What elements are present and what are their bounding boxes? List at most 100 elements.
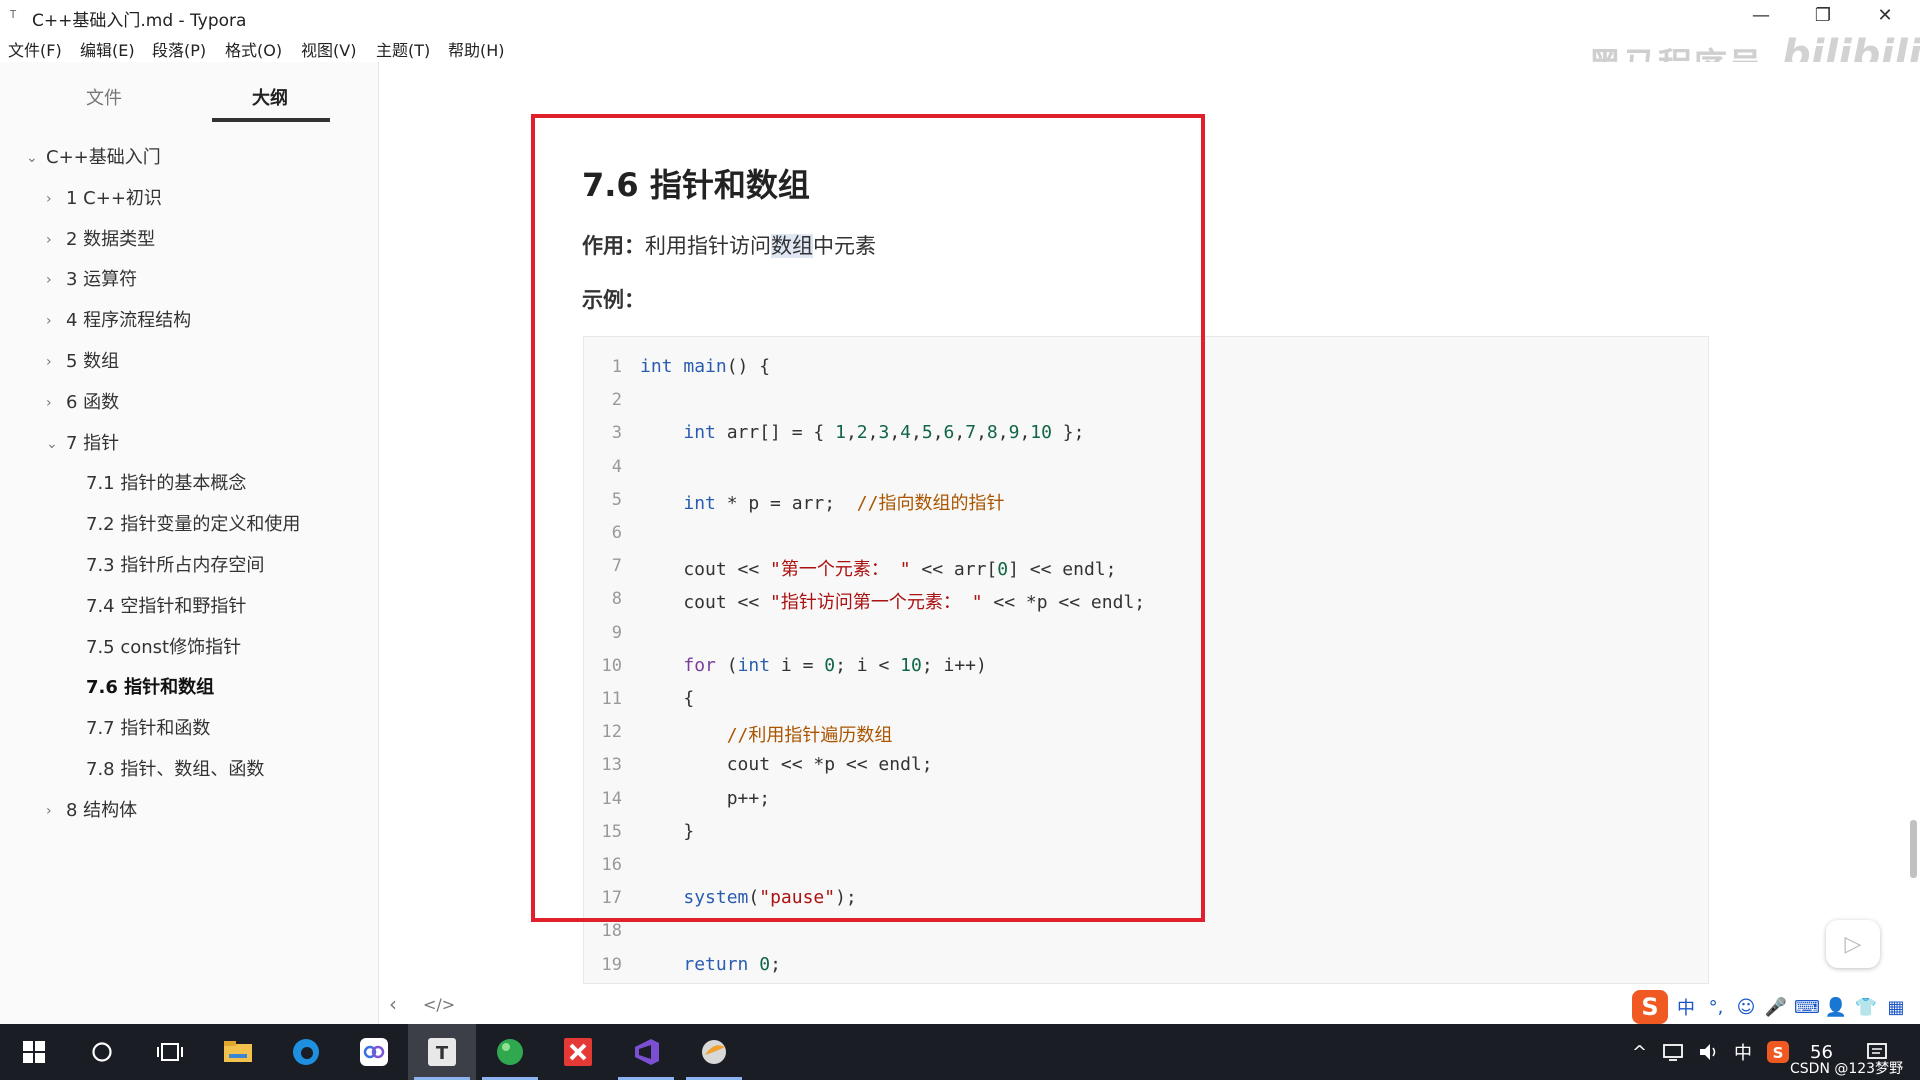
chevron-right-icon[interactable]: › bbox=[46, 187, 52, 211]
outline-item[interactable]: 7.6 指针和数组 bbox=[86, 676, 214, 700]
section-heading: 7.6 指针和数组 bbox=[582, 166, 810, 204]
line-number: 6 bbox=[611, 523, 622, 543]
example-label: 示例： bbox=[582, 288, 645, 312]
menu-theme[interactable]: 主题(T) bbox=[376, 37, 430, 61]
ime-skin-icon[interactable]: 👕 bbox=[1854, 997, 1878, 1018]
play-icon[interactable]: ▷ bbox=[1826, 920, 1880, 968]
line-number: 14 bbox=[601, 788, 622, 809]
chevron-down-icon[interactable]: ⌄ bbox=[46, 432, 58, 456]
ime-keyboard-icon[interactable]: ⌨ bbox=[1794, 997, 1820, 1018]
outline-item[interactable]: › 6 函数 bbox=[46, 391, 120, 415]
outline-item[interactable]: › 4 程序流程结构 bbox=[46, 309, 191, 333]
toggle-sidebar-button[interactable]: ‹ bbox=[389, 992, 397, 1016]
line-number: 7 bbox=[611, 556, 622, 577]
chevron-right-icon[interactable]: › bbox=[46, 391, 52, 415]
xmind-icon[interactable] bbox=[544, 1024, 612, 1080]
sogou-logo-icon[interactable]: S bbox=[1632, 990, 1668, 1024]
ime-microphone-icon[interactable]: 🎤 bbox=[1764, 997, 1788, 1018]
outline-item-label: 5 数组 bbox=[66, 351, 120, 372]
menu-edit[interactable]: 编辑(E) bbox=[80, 37, 135, 61]
outline-item[interactable]: 7.8 指针、数组、函数 bbox=[86, 758, 264, 782]
outline-item[interactable]: 7.1 指针的基本概念 bbox=[86, 472, 246, 496]
outline-item-label: 8 结构体 bbox=[66, 799, 138, 821]
outline-item[interactable]: 7.2 指针变量的定义和使用 bbox=[86, 513, 300, 537]
sidebar: 文件 大纲 ⌄ C++基础入门 › 1 C++初识 › 2 数据类型 › 3 运算符 › 4 程序… bbox=[0, 62, 379, 1024]
chevron-right-icon[interactable]: › bbox=[46, 350, 52, 374]
visual-studio-icon[interactable] bbox=[612, 1024, 680, 1080]
active-tab-indicator bbox=[212, 118, 330, 122]
outline-item-label: 6 函数 bbox=[66, 391, 120, 413]
code-line: system("pause"); bbox=[683, 887, 857, 909]
code-line: cout << *p << endl; bbox=[640, 754, 933, 776]
ime-chinese-icon[interactable]: 中 bbox=[1674, 994, 1698, 1020]
outline-item[interactable]: 7.3 指针所占内存空间 bbox=[86, 554, 264, 578]
chevron-right-icon[interactable]: › bbox=[46, 268, 52, 292]
line-number: 18 bbox=[601, 921, 622, 942]
chevron-right-icon[interactable]: › bbox=[46, 309, 52, 333]
outline-item[interactable]: › 5 数组 bbox=[46, 350, 120, 374]
app-icon[interactable] bbox=[340, 1024, 408, 1080]
ime-toolbox-icon[interactable]: ▦ bbox=[1884, 997, 1908, 1018]
menu-format[interactable]: 格式(O) bbox=[225, 37, 282, 61]
sogou-tray-icon[interactable]: S bbox=[1766, 1024, 1790, 1080]
source-mode-button[interactable]: </> bbox=[423, 995, 455, 1014]
tray-overflow-icon[interactable]: ^ bbox=[1632, 1024, 1647, 1080]
chevron-down-icon[interactable]: ⌄ bbox=[26, 146, 38, 170]
input-language-indicator[interactable]: 中 bbox=[1734, 1024, 1752, 1080]
outline-item[interactable]: 7.4 空指针和野指针 bbox=[86, 595, 246, 619]
line-number: 11 bbox=[601, 689, 622, 709]
typora-icon[interactable]: T bbox=[408, 1024, 476, 1080]
outline-item[interactable]: ⌄ 7 指针 bbox=[46, 432, 119, 456]
outline-item-label: 7.4 空指针和野指针 bbox=[86, 595, 247, 617]
green-ball-icon[interactable] bbox=[476, 1024, 544, 1080]
line-number: 10 bbox=[601, 655, 622, 676]
outline-item-label: 7.5 const修饰指针 bbox=[86, 636, 242, 658]
network-icon[interactable] bbox=[1662, 1024, 1684, 1080]
ime-user-icon[interactable]: 👤 bbox=[1824, 997, 1848, 1018]
task-view-icon[interactable] bbox=[136, 1024, 204, 1080]
outline-item[interactable]: › 3 运算符 bbox=[46, 268, 137, 292]
bird-icon[interactable] bbox=[680, 1024, 748, 1080]
outline-item[interactable]: ⌄ C++基础入门 bbox=[26, 146, 161, 170]
outline-item[interactable]: › 8 结构体 bbox=[46, 799, 138, 823]
outline-item[interactable]: 7.5 const修饰指针 bbox=[86, 636, 241, 660]
start-icon[interactable] bbox=[0, 1024, 68, 1080]
code-line: int main() { bbox=[640, 356, 771, 377]
code-block[interactable]: 1 int main() {2 3 int arr[] = { 1,2,3,4,5,… bbox=[583, 336, 1709, 984]
code-line: { bbox=[640, 688, 695, 709]
minimize-button[interactable]: — bbox=[1730, 0, 1792, 30]
menu-file[interactable]: 文件(F) bbox=[8, 37, 62, 61]
outline-item-label: 7.8 指针、数组、函数 bbox=[86, 759, 265, 780]
outline-item-label: 7.7 指针和函数 bbox=[86, 718, 211, 740]
outline-item[interactable]: › 1 C++初识 bbox=[46, 187, 162, 211]
volume-icon[interactable] bbox=[1698, 1024, 1720, 1080]
outline-item-label: 7.1 指针的基本概念 bbox=[86, 473, 247, 495]
chevron-right-icon[interactable]: › bbox=[46, 799, 52, 823]
browser-icon[interactable] bbox=[272, 1024, 340, 1080]
scrollbar-thumb[interactable] bbox=[1910, 820, 1917, 878]
ime-emoji-icon[interactable]: ☺ bbox=[1734, 997, 1758, 1018]
file-explorer-icon[interactable] bbox=[204, 1024, 272, 1080]
outline-item[interactable]: › 2 数据类型 bbox=[46, 228, 155, 252]
outline-item-label: C++基础入门 bbox=[46, 147, 161, 168]
menu-paragraph[interactable]: 段落(P) bbox=[152, 37, 206, 61]
ime-toolbar: S 中 °, ☺ 🎤 ⌨ 👤 👕 ▦ bbox=[1632, 988, 1920, 1026]
purpose-paragraph: 作用：利用指针访问数组中元素 bbox=[582, 230, 876, 260]
chevron-right-icon[interactable]: › bbox=[46, 228, 52, 252]
close-button[interactable]: ✕ bbox=[1854, 0, 1916, 30]
tab-file[interactable]: 文件 bbox=[86, 84, 122, 110]
svg-text:S: S bbox=[1773, 1044, 1784, 1062]
outline-item-label: 7.6 指针和数组 bbox=[86, 677, 215, 699]
line-number: 17 bbox=[601, 888, 622, 909]
menu-help[interactable]: 帮助(H) bbox=[448, 37, 505, 61]
search-icon[interactable] bbox=[68, 1024, 136, 1080]
line-number: 2 bbox=[611, 390, 622, 411]
maximize-button[interactable]: ❐ bbox=[1792, 0, 1854, 30]
outline-item-label: 1 C++初识 bbox=[66, 187, 162, 209]
outline-item[interactable]: 7.7 指针和函数 bbox=[86, 717, 210, 741]
svg-text:T: T bbox=[436, 1043, 449, 1064]
ime-punctuation-icon[interactable]: °, bbox=[1704, 997, 1728, 1018]
tab-outline[interactable]: 大纲 bbox=[252, 84, 288, 110]
menu-view[interactable]: 视图(V) bbox=[301, 37, 356, 61]
taskbar: T ^ 中 S 56 CSDN @123梦野 bbox=[0, 1024, 1920, 1080]
